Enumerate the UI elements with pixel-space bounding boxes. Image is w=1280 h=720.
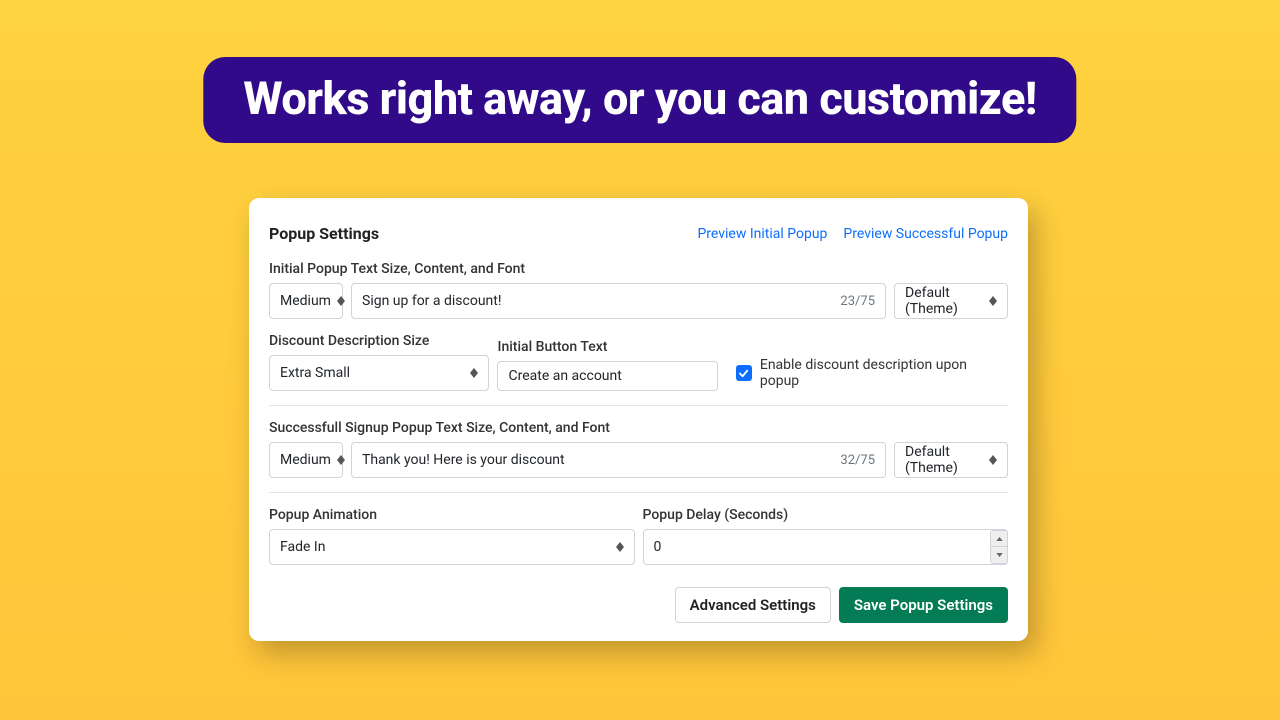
initial-popup-label: Initial Popup Text Size, Content, and Fo…: [269, 261, 1008, 277]
success-text-counter: 32/75: [840, 453, 875, 468]
enable-discount-label: Enable discount description upon popup: [760, 357, 1008, 389]
initial-font-value: Default (Theme): [905, 285, 983, 317]
animation-value: Fade In: [280, 539, 325, 555]
preview-success-link[interactable]: Preview Successful Popup: [843, 226, 1008, 242]
stepper-icon: [470, 368, 478, 378]
success-size-select[interactable]: Medium: [269, 442, 343, 478]
stepper-icon: [616, 542, 624, 552]
hero-banner: Works right away, or you can customize!: [203, 57, 1076, 143]
animation-label: Popup Animation: [269, 507, 635, 523]
preview-initial-link[interactable]: Preview Initial Popup: [697, 226, 827, 242]
divider: [269, 405, 1008, 406]
discount-size-value: Extra Small: [280, 365, 350, 381]
save-popup-settings-button[interactable]: Save Popup Settings: [839, 587, 1008, 623]
success-popup-label: Successfull Signup Popup Text Size, Cont…: [269, 420, 1008, 436]
stepper-icon: [337, 296, 345, 306]
stepper-icon: [989, 455, 997, 465]
success-size-value: Medium: [280, 452, 331, 468]
advanced-settings-button[interactable]: Advanced Settings: [675, 587, 831, 623]
delay-input[interactable]: 0: [643, 529, 1009, 565]
delay-step-up[interactable]: [991, 531, 1007, 547]
success-font-select[interactable]: Default (Theme): [894, 442, 1008, 478]
success-font-value: Default (Theme): [905, 444, 983, 476]
initial-button-label: Initial Button Text: [497, 339, 717, 355]
initial-font-select[interactable]: Default (Theme): [894, 283, 1008, 319]
card-title: Popup Settings: [269, 224, 379, 243]
success-text-value: Thank you! Here is your discount: [362, 452, 832, 468]
discount-size-select[interactable]: Extra Small: [269, 355, 489, 391]
delay-step-down[interactable]: [991, 547, 1007, 563]
initial-button-text-value: Create an account: [508, 368, 706, 384]
initial-text-value: Sign up for a discount!: [362, 293, 832, 309]
delay-value: 0: [654, 539, 991, 555]
initial-button-text-input[interactable]: Create an account: [497, 361, 717, 391]
stepper-icon: [337, 455, 345, 465]
popup-settings-card: Popup Settings Preview Initial Popup Pre…: [249, 198, 1028, 641]
enable-discount-checkbox[interactable]: [736, 365, 752, 381]
animation-select[interactable]: Fade In: [269, 529, 635, 565]
initial-text-input[interactable]: Sign up for a discount! 23/75: [351, 283, 886, 319]
stepper-icon: [989, 296, 997, 306]
initial-size-value: Medium: [280, 293, 331, 309]
delay-label: Popup Delay (Seconds): [643, 507, 1009, 523]
discount-size-label: Discount Description Size: [269, 333, 489, 349]
success-text-input[interactable]: Thank you! Here is your discount 32/75: [351, 442, 886, 478]
initial-size-select[interactable]: Medium: [269, 283, 343, 319]
initial-text-counter: 23/75: [840, 294, 875, 309]
divider: [269, 492, 1008, 493]
